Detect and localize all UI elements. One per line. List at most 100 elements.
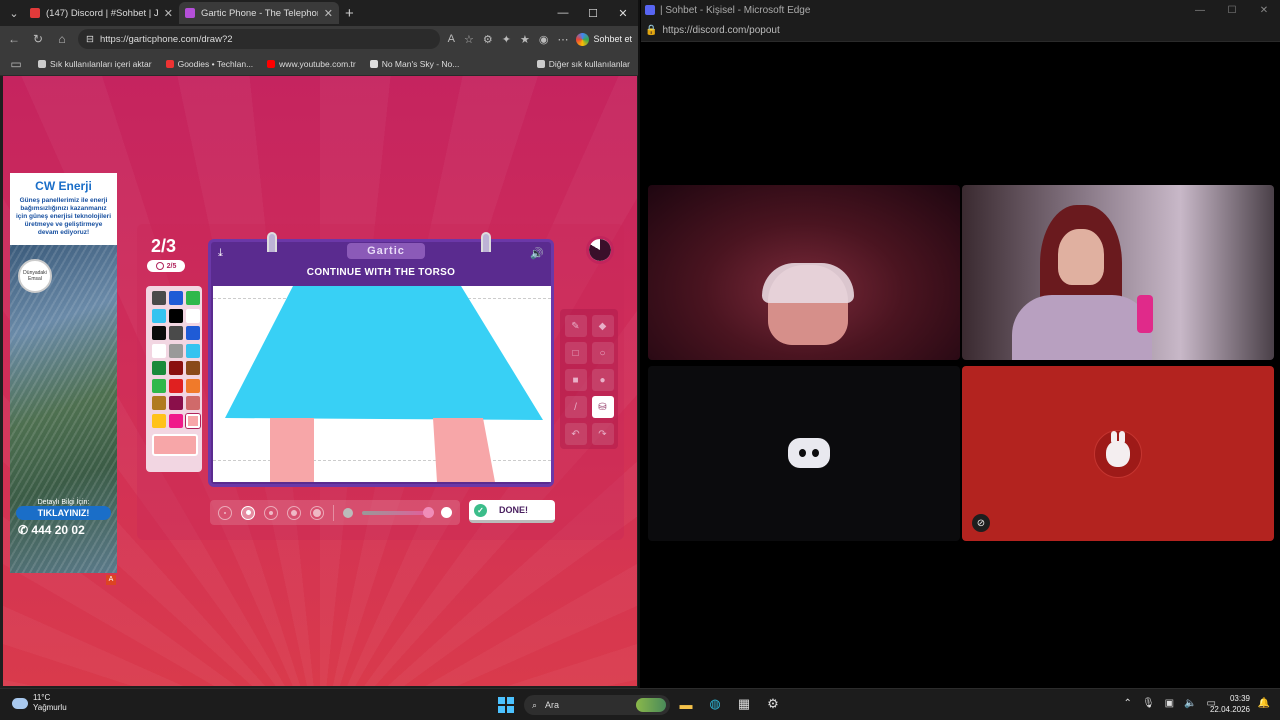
tab-discord[interactable]: (147) Discord | #Sohbet | Jsohbet ✕ xyxy=(24,2,179,24)
drawing-card: ⤓ Gartic 🔊 CONTINUE WITH THE TORSO xyxy=(208,232,554,487)
close-window-icon[interactable]: ✕ xyxy=(1248,5,1280,16)
new-tab-icon[interactable]: + xyxy=(345,5,354,22)
collections-icon[interactable]: ★ xyxy=(520,33,530,46)
color-swatch[interactable] xyxy=(169,343,183,358)
tab-gartic[interactable]: Gartic Phone - The Telephone Gar ✕ xyxy=(179,2,339,24)
color-swatch[interactable] xyxy=(186,308,200,323)
tab-actions-icon[interactable]: ⌄ xyxy=(4,3,24,23)
weather-widget[interactable]: 11°C Yağmurlu xyxy=(12,693,67,713)
network-icon[interactable]: ▣ xyxy=(1165,698,1174,709)
bookmark-youtube[interactable]: www.youtube.com.tr xyxy=(267,59,356,69)
color-swatch[interactable] xyxy=(152,308,166,323)
favorite-star-icon[interactable]: ☆ xyxy=(464,33,474,46)
video-tile-streamer-2[interactable] xyxy=(962,185,1274,360)
close-tab-icon[interactable]: ✕ xyxy=(324,7,333,20)
redo-icon[interactable]: ↷ xyxy=(591,423,614,445)
edge-icon[interactable]: ◍ xyxy=(706,695,724,713)
brush-size-2[interactable] xyxy=(241,505,255,520)
brush-size-3[interactable] xyxy=(264,505,278,520)
line-icon[interactable]: / xyxy=(564,396,587,418)
color-swatch[interactable] xyxy=(152,291,166,305)
home-icon[interactable]: ⌂ xyxy=(54,32,70,46)
bookmark-label: No Man's Sky - No... xyxy=(381,58,460,69)
color-swatch[interactable] xyxy=(169,413,183,428)
bookmark-other[interactable]: Diğer sık kullanılanlar xyxy=(536,59,630,69)
sound-icon[interactable]: 🔊 xyxy=(530,247,544,260)
color-swatch[interactable] xyxy=(152,343,166,358)
notification-bell-icon[interactable]: 🔔 xyxy=(1258,698,1270,709)
undo-icon[interactable]: ↶ xyxy=(564,423,587,445)
close-tab-icon[interactable]: ✕ xyxy=(164,7,173,20)
more-icon[interactable]: ⋯ xyxy=(557,33,568,46)
opacity-slider[interactable] xyxy=(362,506,434,518)
brush-size-4[interactable] xyxy=(287,505,301,520)
minimize-icon[interactable]: — xyxy=(1184,5,1216,16)
extensions-icon[interactable]: ⚙ xyxy=(483,33,493,46)
bookmark-import[interactable]: Sık kullanılanları içeri aktar xyxy=(38,59,152,69)
file-explorer-icon[interactable]: ▬ xyxy=(677,695,695,713)
store-icon[interactable]: ▦ xyxy=(735,695,753,713)
discord-url[interactable]: https://discord.com/popout xyxy=(662,25,779,36)
color-swatch[interactable] xyxy=(186,326,200,340)
bookmark-nms[interactable]: No Man's Sky - No... xyxy=(369,58,460,69)
video-tile-streamer-1[interactable] xyxy=(648,185,960,360)
pencil-icon[interactable]: ✎ xyxy=(564,315,587,337)
done-button[interactable]: ✓ DONE! xyxy=(469,500,555,523)
video-tile-user-4[interactable]: ⊘ xyxy=(962,366,1274,541)
rect-fill-icon[interactable]: ■ xyxy=(564,369,587,391)
drawing-canvas[interactable] xyxy=(213,286,551,482)
color-swatch[interactable] xyxy=(169,291,183,305)
circle-outline-icon[interactable]: ○ xyxy=(591,342,614,364)
url-field[interactable]: ⊟ https://garticphone.com/draw?2 xyxy=(78,29,440,49)
color-swatch[interactable] xyxy=(152,378,166,393)
video-tile-user-3[interactable] xyxy=(648,366,960,541)
color-swatch[interactable] xyxy=(169,326,183,340)
circle-fill-icon[interactable]: ● xyxy=(591,369,614,391)
color-swatch[interactable] xyxy=(152,413,166,428)
taskbar-search[interactable]: ⌕ Ara xyxy=(524,695,670,715)
color-swatch[interactable] xyxy=(152,326,166,340)
download-icon[interactable]: ⤓ xyxy=(218,247,223,260)
mic-icon[interactable]: 🎙 xyxy=(1142,698,1155,709)
refresh-icon[interactable]: ↻ xyxy=(30,32,46,46)
clock[interactable]: 03:39 22.04.2026 xyxy=(1210,693,1250,715)
color-swatch[interactable] xyxy=(152,396,166,410)
color-swatch[interactable] xyxy=(186,343,200,358)
color-swatch[interactable] xyxy=(186,413,200,428)
windows-start-icon[interactable] xyxy=(498,697,514,713)
volume-icon[interactable]: 🔈 xyxy=(1184,698,1196,709)
back-icon[interactable]: ← xyxy=(6,32,22,46)
brush-size-1[interactable] xyxy=(218,505,232,520)
maximize-icon[interactable]: ☐ xyxy=(578,7,608,20)
color-swatch[interactable] xyxy=(186,361,200,375)
color-swatch[interactable] xyxy=(186,396,200,410)
ad-cta-button[interactable]: TIKLAYINIZ! xyxy=(16,506,111,520)
bookmark-goodies[interactable]: Goodies • Techlan... xyxy=(165,59,253,69)
chevron-up-icon[interactable]: ⌃ xyxy=(1124,698,1132,709)
color-swatch[interactable] xyxy=(169,396,183,410)
color-swatch[interactable] xyxy=(186,291,200,305)
slider-knob[interactable] xyxy=(422,506,434,518)
color-swatch[interactable] xyxy=(169,378,183,393)
side-ad[interactable]: CW Enerji Güneş panellerimiz ile enerji … xyxy=(10,173,117,573)
profile-icon[interactable]: ◉ xyxy=(539,33,549,46)
brush-size-5[interactable] xyxy=(310,505,324,520)
bucket-icon[interactable]: ⛁ xyxy=(591,396,614,418)
chrome-like-icon[interactable]: ⚙ xyxy=(764,695,782,713)
close-window-icon[interactable]: ✕ xyxy=(608,7,638,20)
color-swatch[interactable] xyxy=(152,361,166,375)
ad-choices-icon[interactable]: A xyxy=(106,575,116,585)
color-swatch[interactable] xyxy=(169,361,183,375)
read-aloud-icon[interactable]: A xyxy=(448,33,455,46)
color-swatch[interactable] xyxy=(169,308,183,323)
rect-outline-icon[interactable]: □ xyxy=(564,342,587,364)
puzzle-icon[interactable]: ✦ xyxy=(502,33,511,46)
eraser-icon[interactable]: ◆ xyxy=(591,315,614,337)
maximize-icon[interactable]: ☐ xyxy=(1216,5,1248,16)
minimize-icon[interactable]: — xyxy=(548,7,578,20)
hook-left-icon xyxy=(267,232,277,252)
color-swatch[interactable] xyxy=(186,378,200,393)
bookmarks-icon[interactable]: ▭ xyxy=(8,57,24,71)
page-info-icon[interactable]: ⊟ xyxy=(86,34,94,45)
copilot-chat-button[interactable]: Sohbet et xyxy=(576,32,632,46)
